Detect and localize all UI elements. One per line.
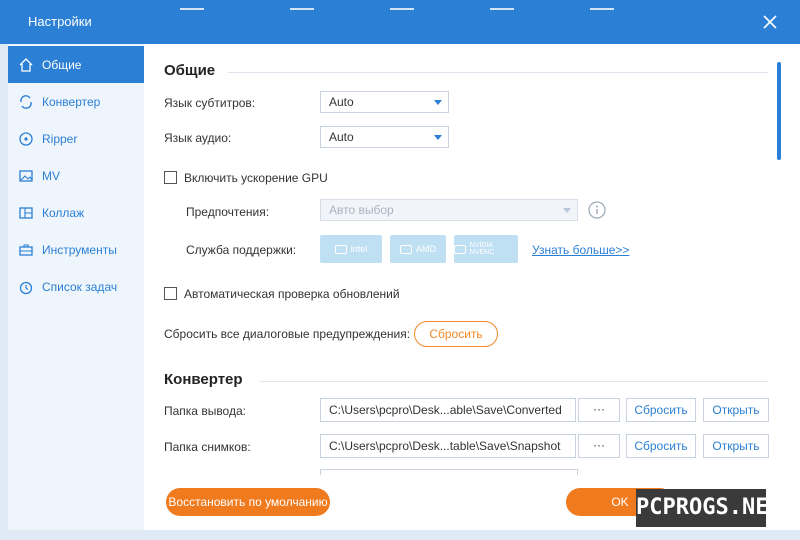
- close-icon[interactable]: [762, 14, 778, 30]
- intel-logo-icon: [334, 244, 347, 254]
- sidebar-item-task-list[interactable]: Список задач: [8, 268, 144, 305]
- nvidia-logo-icon: [454, 244, 466, 254]
- snapshot-folder-label: Папка снимков:: [164, 440, 251, 454]
- audio-language-label: Язык аудио:: [164, 131, 232, 145]
- sidebar-item-label: Ripper: [42, 131, 78, 146]
- convert-icon: [20, 94, 32, 109]
- top-toolbar-icons: [180, 0, 620, 10]
- settings-content: Общие Язык субтитров: Auto Язык аудио: A…: [144, 44, 784, 530]
- section-divider: [228, 72, 768, 73]
- snapshot-folder-open-button[interactable]: Открыть: [703, 434, 769, 458]
- reset-warnings-label: Сбросить все диалоговые предупреждения:: [164, 327, 411, 341]
- window-title: Настройки: [28, 14, 92, 29]
- gpu-acceleration-label: Включить ускорение GPU: [184, 171, 328, 185]
- amd-logo-icon: [400, 244, 412, 254]
- snapshot-folder-browse-button[interactable]: ···: [578, 434, 620, 458]
- converter-section-title: Конвертер: [164, 371, 243, 388]
- restore-defaults-button[interactable]: Восстановить по умолчанию: [166, 488, 330, 516]
- chevron-down-icon: [563, 208, 571, 213]
- collage-icon: [19, 206, 33, 219]
- general-section-title: Общие: [164, 62, 216, 79]
- image-icon: [19, 169, 33, 182]
- sidebar-item-general[interactable]: Общие: [8, 46, 144, 83]
- preferences-label: Предпочтения:: [186, 205, 270, 219]
- preferences-value: Авто выбор: [329, 203, 394, 217]
- output-folder-open-button[interactable]: Открыть: [703, 398, 769, 422]
- amd-badge: AMD: [390, 235, 446, 263]
- sidebar-item-label: Общие: [42, 57, 82, 72]
- output-folder-reset-button[interactable]: Сбросить: [626, 398, 696, 422]
- learn-more-link[interactable]: Узнать больше>>: [532, 243, 629, 257]
- chevron-down-icon: [434, 135, 442, 140]
- home-icon: [19, 57, 33, 72]
- preferences-select[interactable]: Авто выбор: [320, 199, 578, 221]
- intel-badge: intel: [320, 235, 382, 263]
- title-bar: Настройки: [0, 0, 800, 44]
- audio-language-value: Auto: [329, 130, 354, 144]
- sidebar-item-label: Коллаж: [42, 205, 85, 220]
- scrollbar[interactable]: [777, 62, 781, 160]
- nvidia-badge: NVIDIA NVENC: [454, 235, 518, 263]
- info-icon[interactable]: [588, 201, 606, 219]
- subtitle-language-select[interactable]: Auto: [320, 91, 449, 113]
- sidebar: Общие Конвертер Ripper MV Коллаж Инструм…: [8, 44, 144, 530]
- bottom-edge: [0, 530, 800, 540]
- auto-update-label: Автоматическая проверка обновлений: [184, 287, 400, 301]
- sidebar-item-mv[interactable]: MV: [8, 157, 144, 194]
- chevron-down-icon: [434, 100, 442, 105]
- subtitle-language-value: Auto: [329, 95, 354, 109]
- left-edge: [0, 44, 8, 540]
- snapshot-folder-field[interactable]: C:\Users\pcpro\Desk...table\Save\Snapsho…: [320, 434, 576, 458]
- subtitle-language-label: Язык субтитров:: [164, 96, 256, 110]
- sidebar-item-ripper[interactable]: Ripper: [8, 120, 144, 157]
- amd-label: AMD: [416, 244, 436, 254]
- snapshot-folder-reset-button[interactable]: Сбросить: [626, 434, 696, 458]
- output-folder-field[interactable]: C:\Users\pcpro\Desk...able\Save\Converte…: [320, 398, 576, 422]
- right-edge: [784, 44, 800, 530]
- sidebar-item-label: Инструменты: [42, 242, 117, 257]
- auto-update-checkbox[interactable]: [164, 287, 177, 300]
- next-folder-field[interactable]: [320, 469, 578, 475]
- sidebar-item-collage[interactable]: Коллаж: [8, 194, 144, 231]
- clock-icon: [19, 281, 33, 294]
- section-divider: [260, 381, 768, 382]
- watermark: PCPROGS.NET: [636, 489, 782, 527]
- reset-warnings-button[interactable]: Сбросить: [414, 321, 498, 347]
- sidebar-item-label: MV: [42, 168, 60, 183]
- disc-icon: [19, 131, 33, 146]
- gpu-acceleration-checkbox[interactable]: [164, 171, 177, 184]
- sidebar-item-converter[interactable]: Конвертер: [8, 83, 144, 120]
- output-folder-browse-button[interactable]: ···: [578, 398, 620, 422]
- toolbox-icon: [19, 243, 33, 256]
- output-folder-label: Папка вывода:: [164, 404, 246, 418]
- sidebar-item-label: Список задач: [42, 279, 118, 294]
- nvidia-label: NVIDIA NVENC: [469, 242, 495, 256]
- intel-label: intel: [350, 244, 368, 254]
- sidebar-item-label: Конвертер: [42, 94, 101, 109]
- audio-language-select[interactable]: Auto: [320, 126, 449, 148]
- sidebar-item-tools[interactable]: Инструменты: [8, 231, 144, 268]
- support-label: Служба поддержки:: [186, 243, 297, 257]
